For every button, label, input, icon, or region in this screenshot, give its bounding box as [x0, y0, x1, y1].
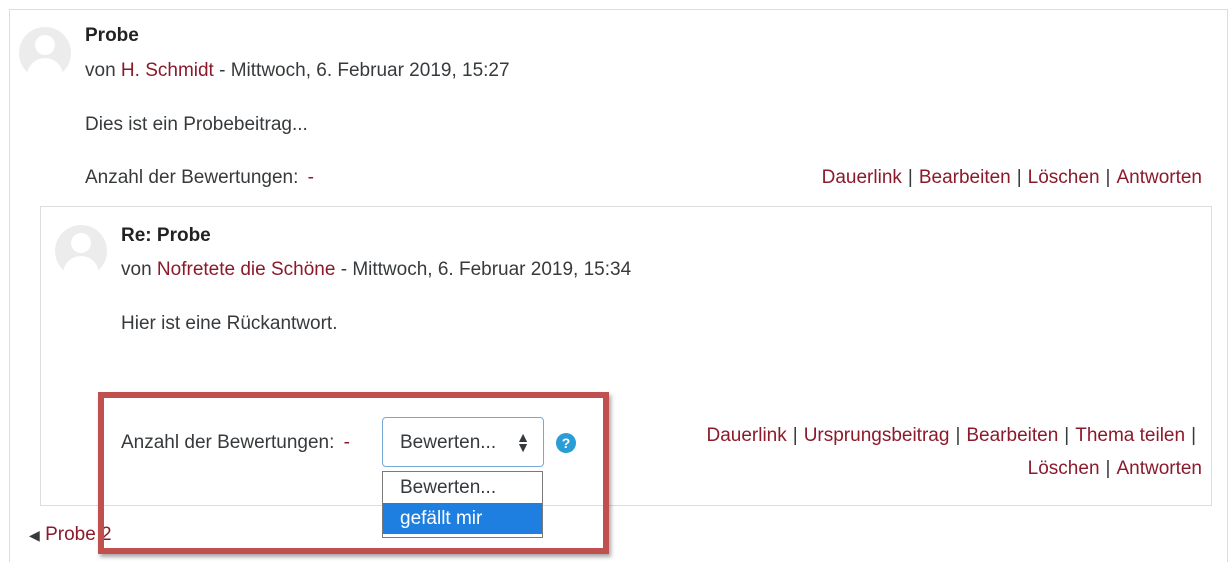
parent-post-link[interactable]: Ursprungsbeitrag	[804, 425, 950, 446]
separator: |	[1064, 425, 1070, 446]
prev-arrow-icon: ◀	[29, 527, 40, 543]
separator: |	[792, 425, 798, 446]
post-commands: Dauerlink | Bearbeiten | Löschen | Antworten	[822, 167, 1202, 189]
reply-ratings: Anzahl der Bewertungen: -	[121, 432, 350, 454]
rating-select-value: Bewerten...	[400, 432, 497, 453]
byline-prefix: von	[121, 259, 152, 280]
rating-dropdown-list: Bewerten... gefällt mir	[382, 471, 543, 538]
edit-link[interactable]: Bearbeiten	[966, 425, 1058, 446]
ratings-label: Anzahl der Bewertungen:	[121, 432, 335, 453]
prev-discussion-nav[interactable]: ◀ Probe 2	[29, 524, 112, 546]
prev-discussion-link[interactable]: Probe 2	[45, 524, 112, 545]
reply-title: Re: Probe	[121, 225, 211, 246]
ratings-label: Anzahl der Bewertungen:	[85, 167, 299, 188]
avatar-head-shape	[71, 233, 91, 253]
post-byline: von H. Schmidt - Mittwoch, 6. Februar 20…	[85, 60, 510, 82]
permalink-link[interactable]: Dauerlink	[822, 167, 902, 188]
separator: |	[1016, 167, 1022, 188]
avatar-shoulders-shape	[27, 58, 63, 79]
reply-content: Hier ist eine Rückantwort.	[121, 313, 338, 334]
delete-link[interactable]: Löschen	[1028, 458, 1100, 479]
split-thread-link[interactable]: Thema teilen	[1075, 425, 1185, 446]
post-date: - Mittwoch, 6. Februar 2019, 15:27	[219, 60, 510, 81]
ratings-value[interactable]: -	[308, 167, 314, 188]
reply-link[interactable]: Antworten	[1116, 167, 1202, 188]
rating-select[interactable]: Bewerten... ▲ ▼	[382, 417, 544, 467]
select-caret-icon: ▲ ▼	[516, 429, 530, 455]
separator: |	[1105, 167, 1111, 188]
post-ratings: Anzahl der Bewertungen: -	[85, 167, 314, 189]
ratings-value[interactable]: -	[344, 432, 350, 453]
separator: |	[1105, 458, 1111, 479]
reply-author-link[interactable]: Nofretete die Schöne	[157, 259, 336, 280]
reply-author-avatar[interactable]	[55, 225, 107, 277]
reply-byline: von Nofretete die Schöne - Mittwoch, 6. …	[121, 259, 631, 281]
separator: |	[907, 167, 913, 188]
reply-commands-line2: Löschen | Antworten	[1028, 458, 1202, 480]
rating-option[interactable]: Bewerten...	[383, 472, 542, 503]
post-title: Probe	[85, 25, 139, 46]
permalink-link[interactable]: Dauerlink	[706, 425, 786, 446]
reply-commands-line1: Dauerlink | Ursprungsbeitrag | Bearbeiten | Th…	[706, 425, 1202, 447]
help-icon[interactable]: ?	[556, 433, 576, 453]
post-content: Dies ist ein Probebeitrag...	[85, 114, 308, 135]
author-link[interactable]: H. Schmidt	[121, 60, 214, 81]
edit-link[interactable]: Bearbeiten	[919, 167, 1011, 188]
byline-prefix: von	[85, 60, 116, 81]
avatar-shoulders-shape	[63, 256, 99, 277]
reply-link[interactable]: Antworten	[1116, 458, 1202, 479]
avatar-head-shape	[35, 35, 55, 55]
reply-date: - Mittwoch, 6. Februar 2019, 15:34	[340, 259, 632, 280]
separator: |	[1191, 425, 1196, 446]
separator: |	[955, 425, 961, 446]
author-avatar[interactable]	[19, 27, 71, 79]
rating-option-selected[interactable]: gefällt mir	[383, 503, 542, 534]
delete-link[interactable]: Löschen	[1028, 167, 1100, 188]
